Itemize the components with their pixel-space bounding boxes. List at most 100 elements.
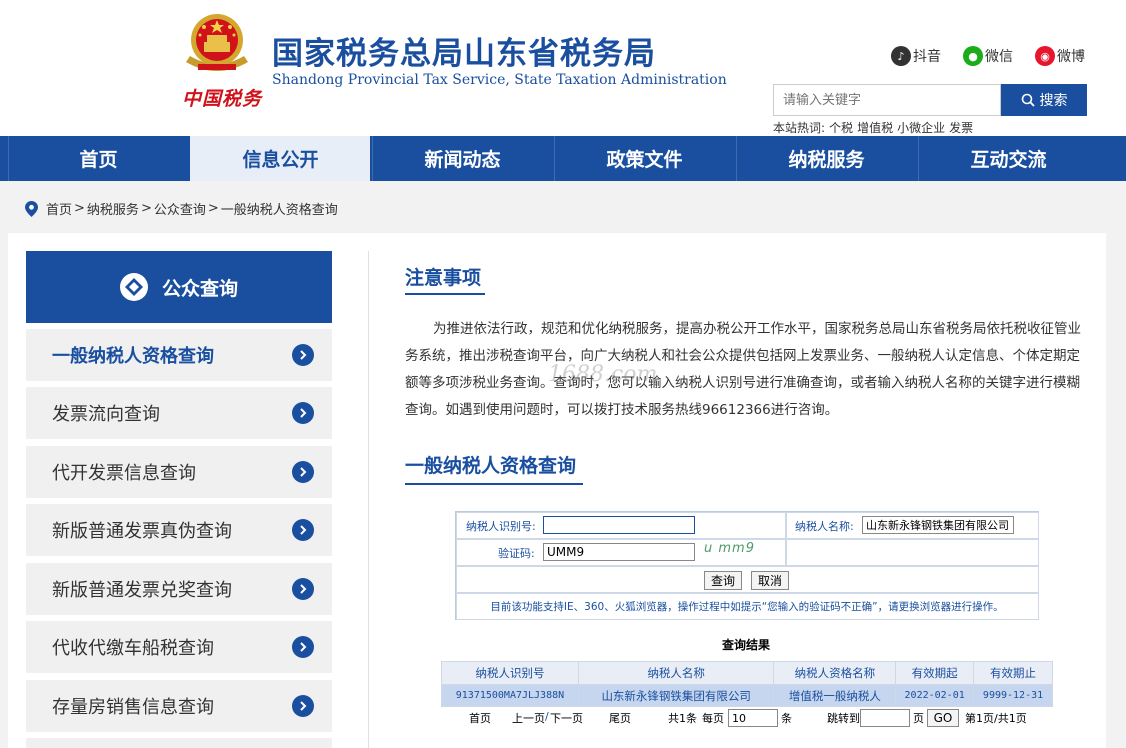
sidebar-header: 公众查询 [26, 251, 332, 323]
form-cell [456, 566, 1039, 593]
go-button[interactable]: GO [927, 709, 959, 727]
breadcrumb-public-query[interactable]: 公众查询 [154, 199, 206, 218]
hot-word[interactable]: 小微企业 [897, 121, 945, 135]
form-cell [786, 539, 1039, 566]
douyin-icon: ♪ [891, 46, 911, 66]
search-button-label: 搜索 [1039, 93, 1068, 109]
national-emblem-logo [178, 10, 256, 80]
nav-item-interaction[interactable]: 互动交流 [918, 136, 1098, 181]
wechat-label: 微信 [985, 49, 1013, 65]
cell-qualification: 增值税一般纳税人 [773, 684, 897, 707]
column-header: 纳税人识别号 [441, 661, 579, 685]
douyin-label: 抖音 [913, 49, 941, 65]
main-nav: 首页 信息公开 新闻动态 政策文件 纳税服务 互动交流 [0, 136, 1126, 181]
captcha-input[interactable] [543, 543, 695, 561]
browser-hint: 目前该功能支持IE、360、火狐浏览器，操作过程中如提示“您输入的验证码不正确”… [490, 601, 1004, 613]
sidebar-item-vehicle-tax-query[interactable]: 代收代缴车船税查询 [26, 621, 332, 673]
wechat-link[interactable]: ● 微信 [963, 46, 1013, 66]
sidebar-item-label: 发票流向查询 [52, 404, 160, 425]
breadcrumb-current[interactable]: 一般纳税人资格查询 [221, 199, 338, 218]
sidebar-item-label: 存量房销售信息查询 [52, 697, 214, 718]
hot-word[interactable]: 发票 [949, 121, 973, 135]
pager-total: 共1条 [668, 712, 697, 725]
sidebar-item-label: 代收代缴车船税查询 [52, 638, 214, 659]
cell-taxpayer-name: 山东新永锋钢铁集团有限公司 [577, 684, 775, 707]
pager-page-unit: 页 [913, 712, 924, 725]
table-row[interactable]: 91371500MA7JLJ388N 山东新永锋钢铁集团有限公司 增值税一般纳税… [441, 684, 1053, 707]
chevron-right-icon [292, 344, 314, 366]
sidebar-item-invoice-flow-query[interactable]: 发票流向查询 [26, 387, 332, 439]
column-header: 纳税人资格名称 [773, 661, 897, 685]
pager-first[interactable]: 首页 [469, 710, 491, 726]
pager-per-page-unit: 条 [781, 712, 792, 725]
pager-separator: / [545, 710, 549, 723]
chevron-right-icon [292, 402, 314, 424]
sidebar-item-label: 一般纳税人资格查询 [52, 346, 214, 367]
search-icon [1021, 93, 1035, 107]
pager-per-page-label: 每页 [702, 712, 724, 725]
cell-valid-from: 2022-02-01 [895, 684, 975, 707]
breadcrumb-tax-service[interactable]: 纳税服务 [87, 199, 139, 218]
douyin-link[interactable]: ♪ 抖音 [891, 46, 941, 66]
search-button[interactable]: 搜索 [1001, 84, 1087, 116]
per-page-input[interactable] [728, 709, 778, 727]
taxpayer-name-input[interactable] [862, 516, 1014, 534]
chevron-right-icon [292, 578, 314, 600]
sidebar-item-label: 代开发票信息查询 [52, 463, 196, 484]
sidebar-item-issued-invoice-query[interactable]: 代开发票信息查询 [26, 446, 332, 498]
results-table: 纳税人识别号 纳税人名称 纳税人资格名称 有效期起 有效期止 91371500M… [441, 661, 1053, 707]
site-header: 中国税务 国家税务总局山东省税务局 Shandong Provincial Ta… [0, 0, 1126, 136]
query-button[interactable]: 查询 [704, 571, 742, 590]
column-header: 有效期止 [973, 661, 1053, 685]
results-title: 查询结果 [722, 638, 771, 652]
site-title: 国家税务总局山东省税务局 [272, 36, 656, 72]
captcha-image[interactable]: u mm9 [704, 541, 755, 556]
nav-item-tax-service[interactable]: 纳税服务 [736, 136, 916, 181]
sidebar-item-general-taxpayer-query[interactable]: 一般纳税人资格查询 [26, 329, 332, 381]
cell-valid-to: 9999-12-31 [973, 684, 1053, 707]
breadcrumb-home[interactable]: 首页 [46, 199, 72, 218]
query-title: 一般纳税人资格查询 [405, 455, 577, 477]
pager-prev[interactable]: 上一页 [512, 710, 545, 726]
sidebar-item-invoice-authenticity-query[interactable]: 新版普通发票真伪查询 [26, 504, 332, 556]
chevron-right-icon [292, 519, 314, 541]
pager-jump-label: 跳转到 [827, 712, 860, 725]
weibo-link[interactable]: ◉ 微博 [1035, 46, 1085, 66]
sidebar-item-housing-sales-query[interactable]: 存量房销售信息查询 [26, 680, 332, 732]
chevron-right-icon [292, 636, 314, 658]
nav-item-news[interactable]: 新闻动态 [372, 136, 552, 181]
sidebar-item-more[interactable] [26, 738, 332, 748]
sidebar-item-invoice-lottery-query[interactable]: 新版普通发票兑奖查询 [26, 563, 332, 615]
taxpayer-id-label: 纳税人识别号: [466, 520, 536, 533]
chevron-right-icon [292, 695, 314, 717]
nav-item-policy[interactable]: 政策文件 [554, 136, 734, 181]
taxpayer-name-label: 纳税人名称: [795, 520, 854, 533]
sidebar-title: 公众查询 [161, 277, 238, 300]
table-header-row: 纳税人识别号 纳税人名称 纳税人资格名称 有效期起 有效期止 [441, 661, 1053, 685]
pager-last[interactable]: 尾页 [609, 710, 631, 726]
wechat-icon: ● [963, 46, 983, 66]
cell-taxpayer-id: 91371500MA7JLJ388N [441, 684, 579, 707]
public-query-icon [119, 273, 148, 301]
notice-title-underline [405, 293, 485, 295]
breadcrumb: 首页 > 纳税服务 > 公众查询 > 一般纳税人资格查询 [25, 199, 338, 218]
weibo-icon: ◉ [1035, 46, 1055, 66]
search-input[interactable] [773, 84, 1001, 116]
sidebar-item-label: 新版普通发票兑奖查询 [52, 580, 232, 601]
taxpayer-id-input[interactable] [543, 516, 695, 534]
site-subtitle: Shandong Provincial Tax Service, State T… [272, 72, 727, 88]
site-slogan: 中国税务 [182, 88, 263, 110]
cancel-button[interactable]: 取消 [751, 571, 789, 590]
captcha-label: 验证码: [498, 547, 535, 560]
notice-title: 注意事项 [405, 267, 482, 289]
nav-item-home[interactable]: 首页 [8, 136, 188, 181]
nav-item-info-disclosure[interactable]: 信息公开 [190, 136, 370, 181]
sidebar-item-label: 新版普通发票真伪查询 [52, 521, 232, 542]
pager-next[interactable]: 下一页 [550, 710, 583, 726]
hot-word[interactable]: 增值税 [857, 121, 893, 135]
column-header: 纳税人名称 [577, 661, 775, 685]
column-header: 有效期起 [895, 661, 975, 685]
jump-page-input[interactable] [860, 709, 910, 727]
hot-word[interactable]: 个税 [829, 121, 853, 135]
query-title-underline [405, 483, 583, 485]
